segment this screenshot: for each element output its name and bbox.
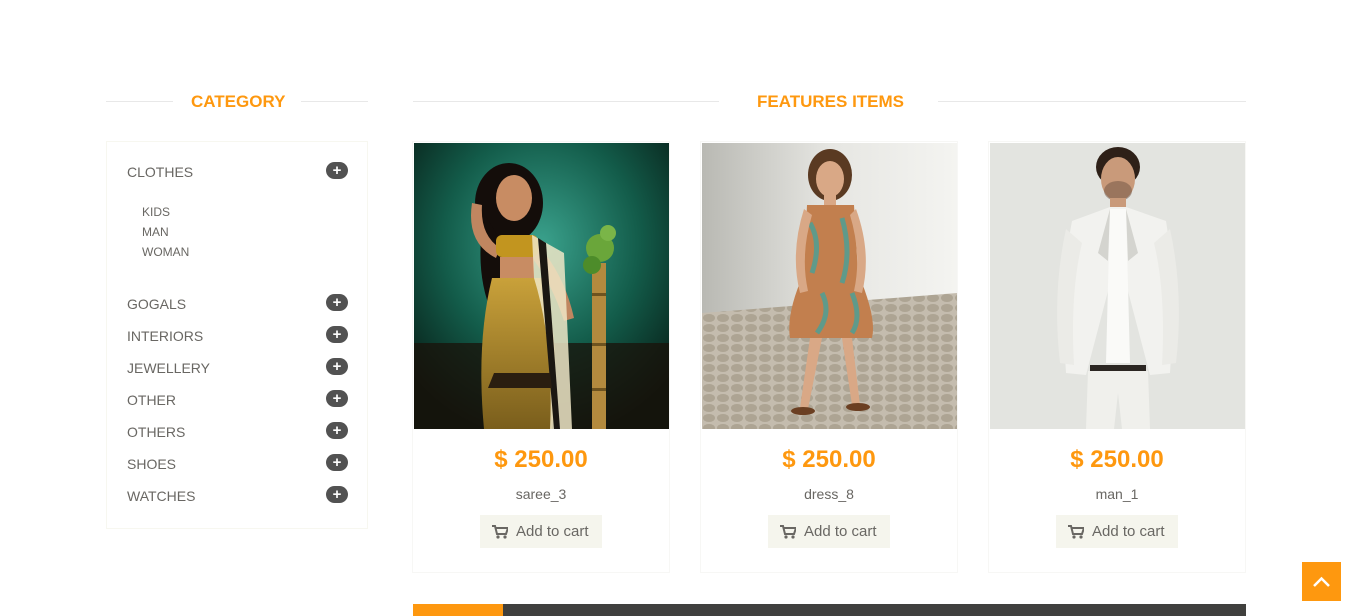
plus-icon[interactable]: + — [326, 486, 348, 503]
category-item-watches[interactable]: WATCHES + — [127, 485, 348, 507]
shopping-cart-icon — [1068, 525, 1084, 539]
product-name[interactable]: dress_8 — [701, 486, 957, 502]
features-title: Features Items — [757, 92, 905, 111]
product-price: $ 250.00 — [782, 446, 876, 473]
plus-icon[interactable]: + — [326, 358, 348, 375]
add-to-cart-label: Add to cart — [1092, 523, 1165, 540]
add-to-cart-label: Add to cart — [516, 523, 589, 540]
heading-divider — [938, 101, 1246, 102]
add-to-cart-button[interactable]: Add to cart — [1056, 515, 1178, 548]
product-image-man[interactable] — [990, 143, 1245, 429]
add-to-cart-label: Add to cart — [804, 523, 877, 540]
tab-active[interactable] — [413, 604, 503, 616]
category-panel: CLOTHES + KIDS MAN WOMAN GOGALS + INTERI… — [106, 141, 368, 529]
chevron-up-icon — [1313, 576, 1330, 587]
category-heading: Category — [106, 88, 368, 116]
product-card: $ 250.00 dress_8 Add to cart — [700, 141, 958, 573]
scroll-up-button[interactable] — [1302, 562, 1341, 601]
category-item-clothes[interactable]: CLOTHES + — [127, 161, 348, 183]
category-label[interactable]: OTHER — [127, 392, 176, 408]
shopping-cart-icon — [492, 525, 508, 539]
shopping-cart-icon — [780, 525, 796, 539]
category-item-jewellery[interactable]: JEWELLERY + — [127, 357, 348, 379]
category-label[interactable]: SHOES — [127, 456, 176, 472]
features-heading: Features Items — [413, 88, 1246, 116]
subcategory-list: KIDS MAN WOMAN — [142, 202, 189, 262]
add-to-cart-button[interactable]: Add to cart — [480, 515, 602, 548]
category-label[interactable]: CLOTHES — [127, 164, 193, 180]
heading-divider — [301, 101, 368, 102]
plus-icon[interactable]: + — [326, 162, 348, 179]
category-label[interactable]: INTERIORS — [127, 328, 203, 344]
product-card: $ 250.00 man_1 Add to cart — [988, 141, 1246, 573]
plus-icon[interactable]: + — [326, 294, 348, 311]
subcategory-item-kids[interactable]: KIDS — [142, 202, 189, 222]
product-image-saree[interactable] — [414, 143, 669, 429]
category-label[interactable]: OTHERS — [127, 424, 185, 440]
product-price: $ 250.00 — [494, 446, 588, 473]
subcategory-item-woman[interactable]: WOMAN — [142, 242, 189, 262]
category-item-shoes[interactable]: SHOES + — [127, 453, 348, 475]
category-label[interactable]: GOGALS — [127, 296, 186, 312]
heading-divider — [413, 101, 719, 102]
plus-icon[interactable]: + — [326, 390, 348, 407]
category-item-gogals[interactable]: GOGALS + — [127, 293, 348, 315]
category-title: Category — [191, 92, 286, 111]
product-price: $ 250.00 — [1070, 446, 1164, 473]
plus-icon[interactable]: + — [326, 422, 348, 439]
heading-divider — [106, 101, 173, 102]
category-item-interiors[interactable]: INTERIORS + — [127, 325, 348, 347]
add-to-cart-button[interactable]: Add to cart — [768, 515, 890, 548]
product-image-dress[interactable] — [702, 143, 957, 429]
category-label[interactable]: WATCHES — [127, 488, 195, 504]
product-card: $ 250.00 saree_3 Add to cart — [412, 141, 670, 573]
category-label[interactable]: JEWELLERY — [127, 360, 210, 376]
category-tab-bar — [413, 604, 1246, 616]
category-item-other[interactable]: OTHER + — [127, 389, 348, 411]
category-item-others[interactable]: OTHERS + — [127, 421, 348, 443]
plus-icon[interactable]: + — [326, 454, 348, 471]
subcategory-item-man[interactable]: MAN — [142, 222, 189, 242]
product-name[interactable]: man_1 — [989, 486, 1245, 502]
product-name[interactable]: saree_3 — [413, 486, 669, 502]
plus-icon[interactable]: + — [326, 326, 348, 343]
